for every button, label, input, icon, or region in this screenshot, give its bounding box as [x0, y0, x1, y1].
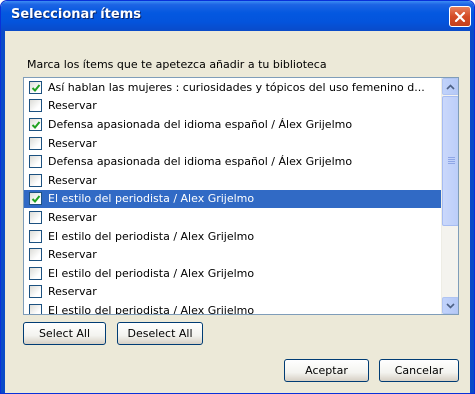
list-item-label: El estilo del periodista / Alex Grijelmo [48, 266, 255, 280]
list-item-label: Reservar [48, 285, 97, 299]
chevron-down-icon [446, 299, 455, 312]
list-item[interactable]: Reservar [24, 283, 441, 302]
instruction-text: Marca los ítems que te apetezca añadir a… [27, 58, 327, 71]
thumb-grip-line [448, 163, 455, 164]
list-item-label: Defensa apasionada del idioma español / … [48, 117, 353, 131]
thumb-grip-line [448, 161, 455, 162]
thumb-grip-line [448, 159, 455, 160]
list-item[interactable]: Reservar [24, 171, 441, 190]
item-checkbox[interactable] [29, 117, 42, 131]
item-checkbox[interactable] [29, 303, 42, 314]
list-item[interactable]: El estilo del periodista / Alex Grijelmo [24, 227, 441, 246]
window-border-right [470, 31, 474, 393]
list-item[interactable]: Reservar [24, 208, 441, 227]
item-checkbox[interactable] [29, 210, 42, 224]
checkmark-icon [31, 84, 41, 92]
checkmark-icon [31, 121, 41, 129]
list-item[interactable]: Reservar [24, 245, 441, 264]
item-checkbox[interactable] [29, 99, 42, 113]
cancel-button[interactable]: Cancelar [379, 359, 459, 382]
accept-button[interactable]: Aceptar [284, 359, 369, 382]
list-item[interactable]: El estilo del periodista / Alex Grijelmo [24, 189, 441, 209]
list-item-label: Así hablan las mujeres : curiosidades y … [48, 80, 425, 94]
scrollbar-thumb[interactable] [442, 96, 458, 226]
checkmark-icon [31, 195, 41, 204]
list-item-label: El estilo del periodista / Alex Grijelmo [48, 303, 255, 315]
items-list: Así hablan las mujeres : curiosidades y … [24, 78, 441, 315]
item-checkbox[interactable] [29, 192, 42, 206]
list-item[interactable]: Defensa apasionada del idioma español / … [24, 115, 441, 134]
list-item-label: Reservar [48, 99, 97, 113]
item-checkbox[interactable] [29, 173, 42, 187]
item-checkbox[interactable] [29, 266, 42, 280]
window-border-left [1, 31, 5, 393]
list-item-label: El estilo del periodista / Alex Grijelmo [48, 192, 255, 206]
deselect-all-button[interactable]: Deselect All [117, 322, 203, 345]
list-item-label: Reservar [48, 136, 97, 150]
list-item-label: Reservar [48, 210, 97, 224]
item-checkbox[interactable] [29, 136, 42, 150]
scroll-up-button[interactable] [442, 78, 458, 95]
list-item[interactable]: Reservar [24, 97, 441, 116]
thumb-grip-line [448, 157, 455, 158]
list-item-label: Reservar [48, 173, 97, 187]
dialog-window: Seleccionar ítems Marca los ítems que te… [0, 0, 475, 394]
scroll-down-button[interactable] [442, 297, 458, 314]
list-item[interactable]: Así hablan las mujeres : curiosidades y … [24, 78, 441, 97]
item-checkbox[interactable] [29, 285, 42, 299]
item-checkbox[interactable] [29, 248, 42, 262]
chevron-up-icon [446, 80, 455, 93]
list-item-label: Reservar [48, 248, 97, 262]
list-item[interactable]: Reservar [24, 134, 441, 153]
item-checkbox[interactable] [29, 155, 42, 169]
close-button[interactable] [449, 6, 471, 27]
title-bar[interactable]: Seleccionar ítems [1, 1, 474, 31]
dialog-title: Seleccionar ítems [11, 7, 141, 22]
item-checkbox[interactable] [29, 80, 42, 94]
vertical-scrollbar[interactable] [441, 78, 458, 314]
list-item-label: El estilo del periodista / Alex Grijelmo [48, 229, 255, 243]
list-item[interactable]: Defensa apasionada del idioma español / … [24, 152, 441, 171]
list-item[interactable]: El estilo del periodista / Alex Grijelmo [24, 301, 441, 315]
list-item[interactable]: El estilo del periodista / Alex Grijelmo [24, 264, 441, 283]
close-icon [454, 11, 466, 23]
item-checkbox[interactable] [29, 229, 42, 243]
items-listbox[interactable]: Así hablan las mujeres : curiosidades y … [23, 77, 459, 315]
select-all-button[interactable]: Select All [23, 322, 106, 345]
list-item-label: Defensa apasionada del idioma español / … [48, 155, 353, 169]
